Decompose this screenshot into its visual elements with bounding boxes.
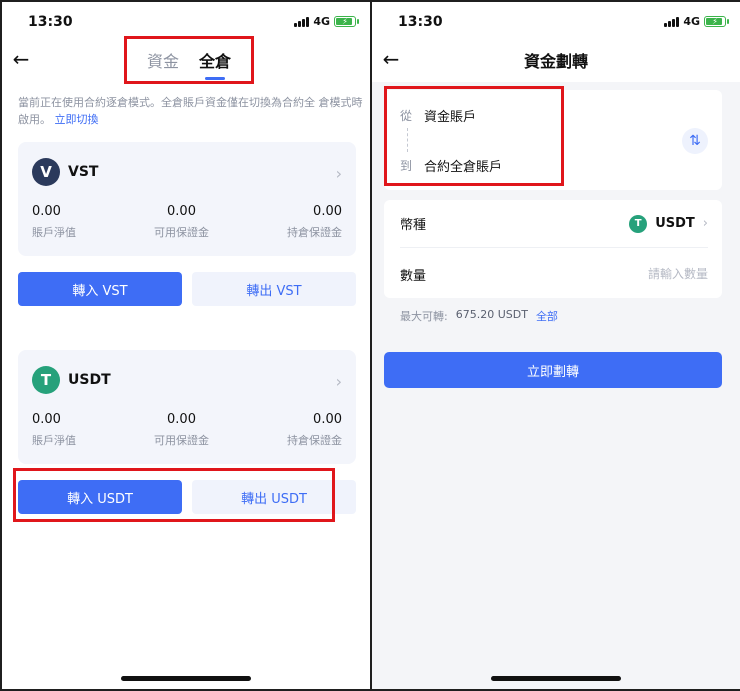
chevron-right-icon: › xyxy=(702,216,708,231)
chevron-right-icon[interactable]: › xyxy=(336,164,342,183)
account-tabs: 資金 全倉 xyxy=(124,36,254,84)
coin-value: USDT xyxy=(655,216,695,231)
account-stats: 0.00 賬戶淨值 0.00 可用保證金 0.00 持倉保證金 xyxy=(32,412,342,448)
network-label: 4G xyxy=(313,15,330,28)
usdt-coin-icon: T xyxy=(32,366,60,394)
stat-label: 可用保證金 xyxy=(154,434,209,447)
transfer-in-vst-button[interactable]: 轉入 VST xyxy=(18,272,182,306)
highlight-box xyxy=(13,468,335,522)
stat-value: 0.00 xyxy=(32,204,61,219)
signal-icon xyxy=(664,16,680,27)
switch-now-link[interactable]: 立即切換 xyxy=(55,113,99,126)
max-transferable: 最大可轉: 675.20 USDT 全部 xyxy=(400,308,558,324)
stat-value: 0.00 xyxy=(32,412,61,427)
stat-label: 賬戶淨值 xyxy=(32,434,76,447)
vst-transfer-buttons: 轉入 VST 轉出 VST xyxy=(18,272,356,306)
phone-screen-account: 13:30 4G ⚡ ← 資金 全倉 當前正在使用合約逐倉模式。全倉賬戶資金僅在… xyxy=(2,2,370,689)
status-time: 13:30 xyxy=(398,14,443,30)
transfer-out-vst-button[interactable]: 轉出 VST xyxy=(192,272,356,306)
transfer-all-link[interactable]: 全部 xyxy=(536,308,558,324)
mode-notice: 當前正在使用合約逐倉模式。全倉賬戶資金僅在切換為合約全 倉模式時啟用。 立即切換 xyxy=(18,94,363,128)
page-title: 資金劃轉 xyxy=(523,52,588,71)
status-time: 13:30 xyxy=(28,14,73,30)
stat-value: 0.00 xyxy=(167,204,196,219)
stat-label: 持倉保證金 xyxy=(287,226,342,239)
stat-label: 賬戶淨值 xyxy=(32,226,76,239)
transfer-now-button[interactable]: 立即劃轉 xyxy=(384,352,722,388)
battery-icon: ⚡ xyxy=(704,16,729,27)
coin-name: VST xyxy=(68,164,99,180)
home-indicator[interactable] xyxy=(121,676,251,681)
account-card-usdt[interactable]: T USDT › 0.00 賬戶淨值 0.00 可用保證金 0.00 持倉保證金 xyxy=(18,350,356,464)
stat-label: 持倉保證金 xyxy=(287,434,342,447)
coin-name: USDT xyxy=(68,372,111,388)
stat-label: 可用保證金 xyxy=(154,226,209,239)
tab-funding[interactable]: 資金 xyxy=(147,48,179,78)
home-indicator[interactable] xyxy=(491,676,621,681)
account-card-vst[interactable]: V VST › 0.00 賬戶淨值 0.00 可用保證金 0.00 持倉保證金 xyxy=(18,142,356,256)
network-label: 4G xyxy=(683,15,700,28)
amount-label: 數量 xyxy=(400,268,427,284)
vst-coin-icon: V xyxy=(32,158,60,186)
coin-selector-row[interactable]: 幣種 T USDT › xyxy=(400,200,708,248)
max-label: 最大可轉: xyxy=(400,310,448,323)
tab-cross-margin[interactable]: 全倉 xyxy=(199,48,231,80)
stat-value: 0.00 xyxy=(313,204,342,219)
status-bar: 13:30 4G ⚡ xyxy=(372,2,740,42)
highlight-box xyxy=(384,86,564,186)
amount-input[interactable] xyxy=(558,267,708,281)
stat-value: 0.00 xyxy=(167,412,196,427)
stat-value: 0.00 xyxy=(313,412,342,427)
max-value: 675.20 USDT xyxy=(455,308,528,321)
transfer-form: 幣種 T USDT › 數量 xyxy=(384,200,722,298)
account-stats: 0.00 賬戶淨值 0.00 可用保證金 0.00 持倉保證金 xyxy=(32,204,342,240)
phone-screen-transfer: 13:30 4G ⚡ ← 資金劃轉 從 資金賬戶 到 合約全倉賬戶 ⇅ 幣種 T… xyxy=(372,2,740,689)
swap-direction-icon[interactable]: ⇅ xyxy=(682,128,708,154)
amount-row: 數量 xyxy=(400,250,708,298)
signal-icon xyxy=(294,16,310,27)
battery-icon: ⚡ xyxy=(334,16,359,27)
chevron-right-icon[interactable]: › xyxy=(336,372,342,391)
coin-label: 幣種 xyxy=(400,218,427,233)
usdt-coin-icon: T xyxy=(629,214,648,233)
back-arrow-icon[interactable]: ← xyxy=(10,48,32,70)
